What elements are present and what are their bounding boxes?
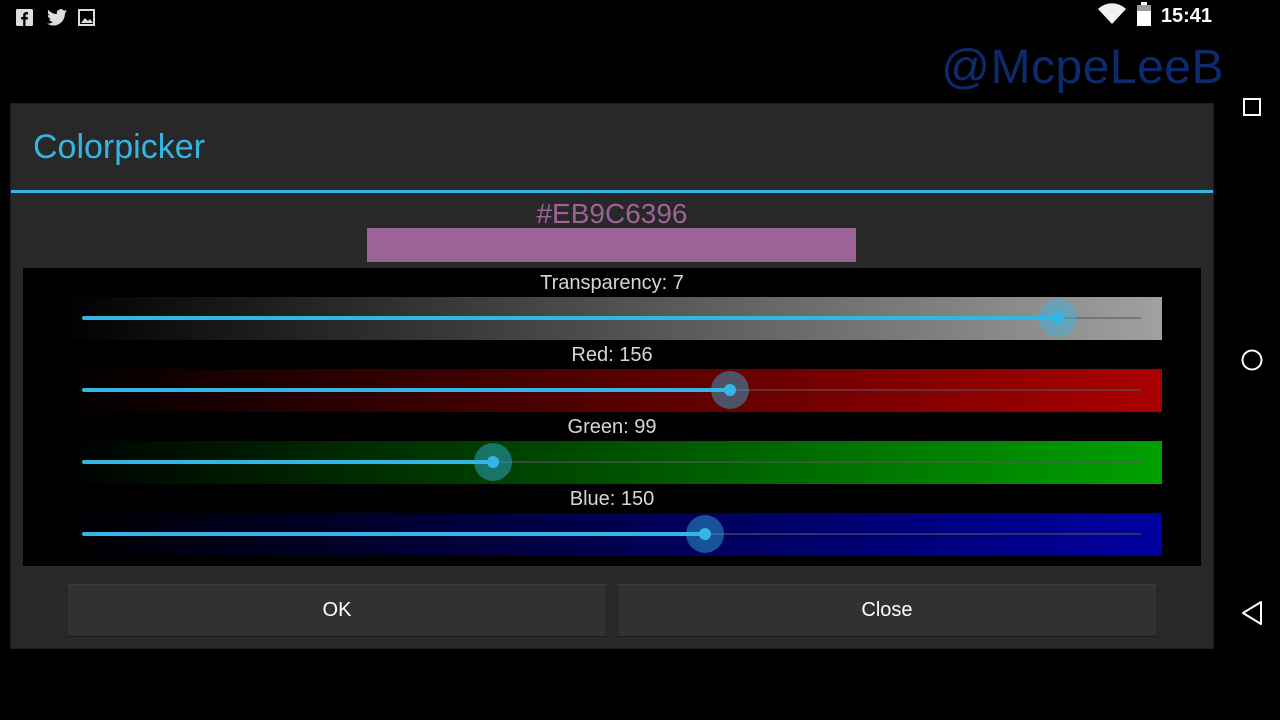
close-button[interactable]: Close <box>618 584 1156 636</box>
status-time: 15:41 <box>1160 4 1212 27</box>
red-track-fill <box>82 388 730 392</box>
status-bar-left <box>16 6 95 28</box>
status-bar-right: 15:41 <box>1097 1 1212 31</box>
transparency-label: Transparency: 7 <box>540 272 684 294</box>
twitter-icon <box>47 8 67 26</box>
watermark-text: @McpeLeeB <box>941 41 1224 94</box>
home-circle-icon[interactable] <box>1238 346 1266 374</box>
transparency-track-fill <box>82 316 1058 320</box>
red-thumb-dot <box>723 384 736 396</box>
blue-track-fill <box>82 532 705 536</box>
dialog-title: Colorpicker <box>33 128 205 166</box>
red-label: Red: 156 <box>571 344 653 366</box>
android-screen: 15:41 @McpeLeeB Colorpicker #EB9C6396 Tr… <box>0 0 1280 720</box>
title-divider <box>11 190 1213 193</box>
green-slider[interactable]: Green: 99 <box>23 412 1201 484</box>
back-triangle-icon[interactable] <box>1238 599 1266 627</box>
hex-color-label: #EB9C6396 <box>536 198 688 229</box>
navigation-bar <box>1214 0 1280 720</box>
wifi-icon <box>1097 2 1127 31</box>
image-icon <box>78 8 95 26</box>
recents-square-icon[interactable] <box>1238 93 1266 121</box>
green-track-fill <box>82 460 494 464</box>
colorpicker-dialog: Colorpicker #EB9C6396 Transparency: 7 Re… <box>11 104 1213 648</box>
color-preview-swatch <box>367 228 856 262</box>
transparency-slider[interactable]: Transparency: 7 <box>23 268 1201 340</box>
slider-panel: Transparency: 7 Red: 156 Green: 99 Blue:… <box>23 268 1201 566</box>
blue-slider[interactable]: Blue: 150 <box>23 484 1201 556</box>
battery-icon <box>1136 1 1151 31</box>
transparency-thumb-dot <box>1051 312 1064 324</box>
red-slider[interactable]: Red: 156 <box>23 340 1201 412</box>
blue-thumb-dot <box>698 528 711 540</box>
blue-label: Blue: 150 <box>569 488 655 510</box>
facebook-icon <box>16 8 33 26</box>
ok-button[interactable]: OK <box>68 584 606 636</box>
green-label: Green: 99 <box>567 416 657 438</box>
